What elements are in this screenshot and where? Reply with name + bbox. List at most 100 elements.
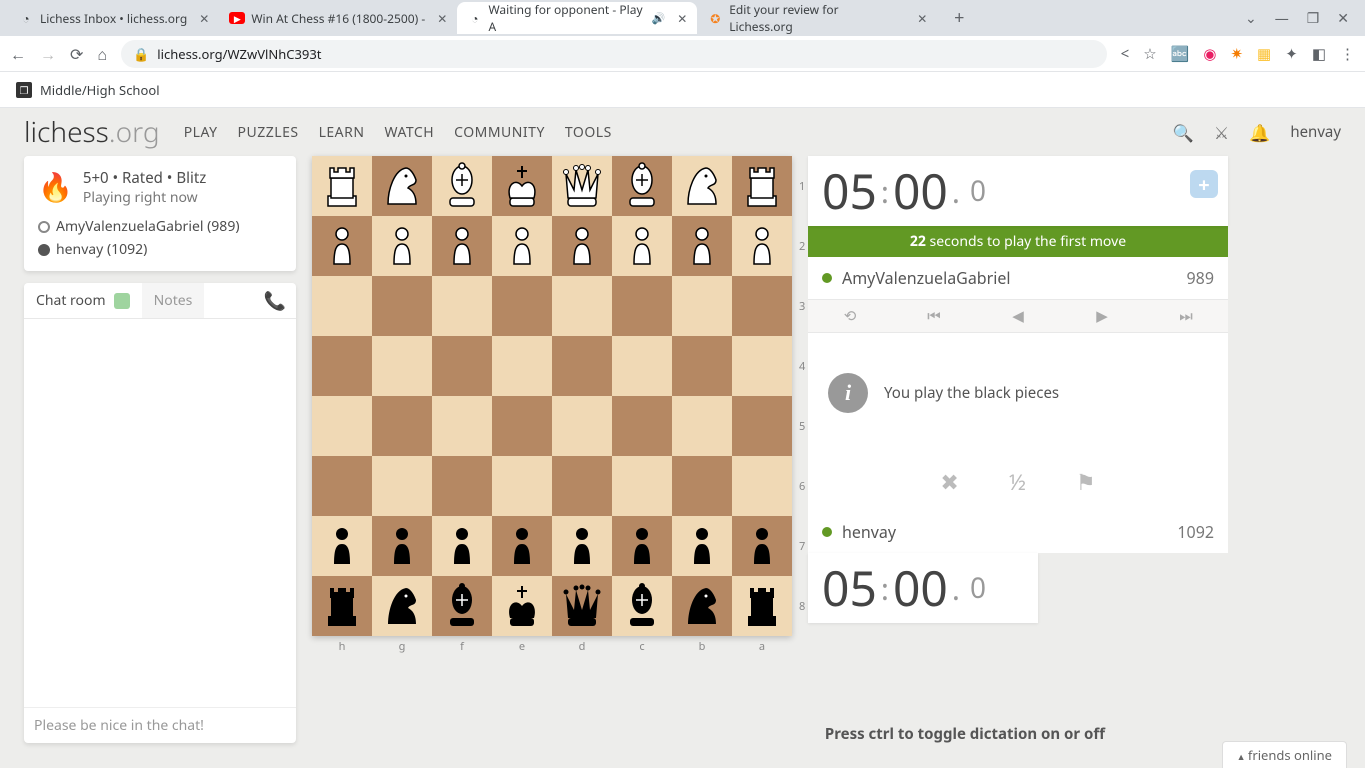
square[interactable] [612, 576, 672, 636]
first-move-icon[interactable]: ⏮ [892, 300, 976, 332]
ext-icon[interactable]: ▦ [1257, 44, 1271, 64]
tab-review[interactable]: ✪Edit your review for Lichess.org✕ [697, 2, 937, 34]
square[interactable] [612, 456, 672, 516]
square[interactable] [612, 336, 672, 396]
square[interactable] [432, 216, 492, 276]
sidepanel-icon[interactable]: ◧ [1312, 44, 1326, 64]
square[interactable] [312, 516, 372, 576]
chat-input[interactable]: Please be nice in the chat! [24, 707, 296, 743]
menu-icon[interactable]: ⋮ [1340, 44, 1355, 64]
back-icon[interactable]: ← [10, 43, 26, 65]
square[interactable] [492, 156, 552, 216]
home-icon[interactable]: ⌂ [97, 43, 107, 65]
reload-icon[interactable]: ⟳ [70, 43, 83, 65]
square[interactable] [312, 216, 372, 276]
maximize-icon[interactable]: ❐ [1307, 9, 1320, 28]
square[interactable] [492, 276, 552, 336]
square[interactable] [552, 156, 612, 216]
opponent-row[interactable]: AmyValenzuelaGabriel (989) [38, 217, 282, 236]
square[interactable] [732, 336, 792, 396]
close-icon[interactable]: ✕ [677, 10, 687, 27]
square[interactable] [552, 576, 612, 636]
square[interactable] [312, 276, 372, 336]
square[interactable] [372, 216, 432, 276]
square[interactable] [672, 336, 732, 396]
square[interactable] [672, 516, 732, 576]
chevron-down-icon[interactable]: ⌄ [1245, 9, 1257, 28]
flip-icon[interactable]: ⟲ [808, 300, 892, 332]
square[interactable] [672, 576, 732, 636]
tab-current[interactable]: ◔Waiting for opponent - Play A🔊✕ [457, 2, 697, 34]
last-move-icon[interactable]: ⏭ [1144, 300, 1228, 332]
square[interactable] [672, 156, 732, 216]
square[interactable] [432, 276, 492, 336]
square[interactable] [612, 216, 672, 276]
square[interactable] [732, 156, 792, 216]
url-bar[interactable]: 🔒 lichess.org/WZwVlNhC393t [121, 40, 1107, 68]
square[interactable] [732, 576, 792, 636]
square[interactable] [552, 516, 612, 576]
chat-toggle[interactable] [114, 293, 130, 309]
resign-icon[interactable]: ⚑ [1076, 467, 1096, 497]
close-window-icon[interactable]: ✕ [1337, 9, 1349, 28]
extensions-icon[interactable]: ✦ [1285, 44, 1298, 64]
square[interactable] [552, 276, 612, 336]
square[interactable] [552, 216, 612, 276]
friends-online[interactable]: friends online [1222, 741, 1347, 768]
square[interactable] [432, 396, 492, 456]
prev-move-icon[interactable]: ◀ [976, 300, 1060, 332]
search-icon[interactable]: 🔍 [1173, 121, 1194, 144]
square[interactable] [372, 456, 432, 516]
nav-puzzles[interactable]: PUZZLES [238, 123, 299, 142]
square[interactable] [732, 276, 792, 336]
nav-tools[interactable]: TOOLS [565, 123, 612, 142]
nav-learn[interactable]: LEARN [319, 123, 365, 142]
tab-youtube[interactable]: ▶Win At Chess #16 (1800-2500) -✕ [219, 2, 457, 34]
square[interactable] [372, 156, 432, 216]
minimize-icon[interactable]: — [1275, 9, 1289, 28]
square[interactable] [492, 576, 552, 636]
close-icon[interactable]: ✕ [917, 10, 927, 27]
square[interactable] [312, 156, 372, 216]
voice-icon[interactable]: 📞 [254, 289, 296, 313]
square[interactable] [312, 456, 372, 516]
site-logo[interactable]: lichess.org [24, 113, 160, 151]
square[interactable] [372, 576, 432, 636]
translate-icon[interactable]: 🔤 [1171, 44, 1190, 64]
share-icon[interactable]: < [1121, 44, 1130, 64]
tab-chatroom[interactable]: Chat room [24, 283, 142, 318]
square[interactable] [312, 396, 372, 456]
square[interactable] [432, 516, 492, 576]
square[interactable] [432, 336, 492, 396]
square[interactable] [492, 456, 552, 516]
chess-board[interactable] [312, 156, 792, 636]
square[interactable] [672, 456, 732, 516]
square[interactable] [312, 576, 372, 636]
ext-icon[interactable]: ✷ [1230, 44, 1243, 64]
bookmark-link[interactable]: Middle/High School [40, 81, 160, 99]
square[interactable] [612, 516, 672, 576]
user-menu[interactable]: henvay [1290, 122, 1341, 142]
tab-notes[interactable]: Notes [142, 283, 205, 318]
square[interactable] [672, 276, 732, 336]
square[interactable] [492, 396, 552, 456]
nav-community[interactable]: COMMUNITY [454, 123, 545, 142]
star-outline-icon[interactable]: ☆ [1143, 44, 1156, 64]
new-tab-button[interactable]: + [945, 4, 973, 32]
give-time-button[interactable]: + [1190, 170, 1218, 198]
forward-icon[interactable]: → [40, 43, 56, 65]
square[interactable] [552, 336, 612, 396]
self-name-row[interactable]: henvay 1092 [808, 511, 1228, 553]
square[interactable] [492, 216, 552, 276]
square[interactable] [492, 516, 552, 576]
draw-icon[interactable]: ½ [1009, 467, 1026, 497]
square[interactable] [552, 456, 612, 516]
square[interactable] [372, 396, 432, 456]
self-row[interactable]: henvay (1092) [38, 240, 282, 259]
challenge-icon[interactable]: ⚔ [1214, 121, 1229, 144]
next-move-icon[interactable]: ▶ [1060, 300, 1144, 332]
square[interactable] [612, 276, 672, 336]
square[interactable] [312, 336, 372, 396]
nav-play[interactable]: PLAY [184, 123, 218, 142]
opponent-name-row[interactable]: AmyValenzuelaGabriel 989 [808, 257, 1228, 299]
